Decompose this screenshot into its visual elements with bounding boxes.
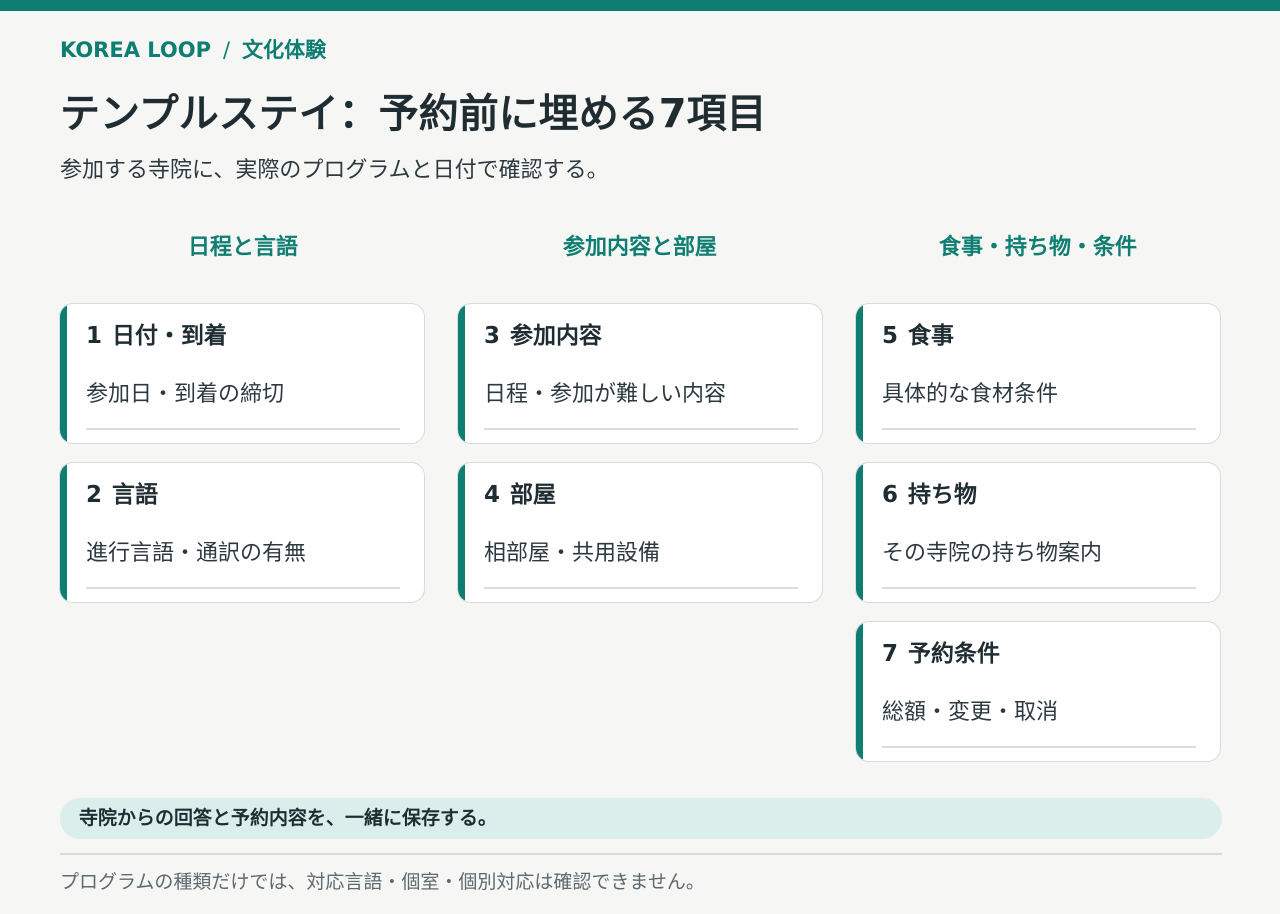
checklist-card: 6 持ち物 その寺院の持ち物案内 — [855, 462, 1221, 603]
checklist-card: 1 日付・到着 参加日・到着の締切 — [59, 303, 425, 444]
breadcrumb-site-link[interactable]: KOREA LOOP — [60, 38, 211, 62]
card-accent-bar — [856, 622, 863, 761]
card-title: 3 参加内容 — [484, 320, 602, 352]
card-number: 1 — [86, 323, 103, 349]
card-input-line — [484, 587, 798, 589]
card-description: 相部屋・共用設備 — [484, 541, 661, 566]
card-title: 5 食事 — [882, 320, 954, 352]
save-reminder-callout: 寺院からの回答と予約内容を、一緒に保存する。 — [60, 798, 1222, 839]
breadcrumb-separator: / — [223, 38, 231, 62]
card-accent-bar — [856, 463, 863, 602]
card-number: 5 — [882, 323, 899, 349]
card-title-text: 予約条件 — [908, 641, 1001, 667]
footnote: プログラムの種類だけでは、対応言語・個室・個別対応は確認できません。 — [60, 871, 705, 893]
card-title: 6 持ち物 — [882, 479, 977, 511]
checklist-card: 4 部屋 相部屋・共用設備 — [457, 462, 823, 603]
card-accent-bar — [458, 304, 465, 443]
card-number: 6 — [882, 482, 899, 508]
card-number: 2 — [86, 482, 103, 508]
breadcrumb-section-link[interactable]: 文化体験 — [242, 38, 326, 62]
card-input-line — [484, 428, 798, 430]
card-title-text: 部屋 — [510, 482, 557, 508]
card-title-text: 言語 — [112, 482, 159, 508]
column-heading-content-room: 参加内容と部屋 — [562, 235, 717, 260]
card-number: 3 — [484, 323, 501, 349]
card-description: 具体的な食材条件 — [882, 382, 1059, 407]
card-accent-bar — [458, 463, 465, 602]
card-title: 2 言語 — [86, 479, 158, 511]
card-input-line — [882, 746, 1196, 748]
card-description: 進行言語・通訳の有無 — [86, 541, 307, 566]
card-title: 4 部屋 — [484, 479, 556, 511]
footer-divider — [60, 853, 1222, 855]
card-number: 4 — [484, 482, 501, 508]
card-input-line — [86, 428, 400, 430]
checklist-card: 7 予約条件 総額・変更・取消 — [855, 621, 1221, 762]
card-number: 7 — [882, 641, 899, 667]
card-title: 7 予約条件 — [882, 638, 1000, 670]
column-heading-meals-items-conditions: 食事・持ち物・条件 — [938, 235, 1137, 260]
card-description: 総額・変更・取消 — [882, 700, 1059, 725]
page-subtitle: 参加する寺院に、実際のプログラムと日付で確認する。 — [60, 158, 609, 183]
top-accent-bar — [0, 0, 1280, 11]
card-title-text: 持ち物 — [908, 482, 978, 508]
card-description: その寺院の持ち物案内 — [882, 541, 1103, 566]
card-input-line — [882, 587, 1196, 589]
card-input-line — [882, 428, 1196, 430]
card-title-text: 食事 — [908, 323, 955, 349]
checklist-card: 5 食事 具体的な食材条件 — [855, 303, 1221, 444]
card-title-text: 参加内容 — [510, 323, 603, 349]
card-title: 1 日付・到着 — [86, 320, 227, 352]
page-title: テンプルステイ：予約前に埋める7項目 — [60, 91, 767, 137]
column-heading-schedule-language: 日程と言語 — [187, 235, 298, 260]
card-accent-bar — [60, 304, 67, 443]
checklist-card: 3 参加内容 日程・参加が難しい内容 — [457, 303, 823, 444]
breadcrumb: KOREA LOOP / 文化体験 — [60, 36, 326, 64]
card-description: 日程・参加が難しい内容 — [484, 382, 727, 407]
checklist-card: 2 言語 進行言語・通訳の有無 — [59, 462, 425, 603]
card-input-line — [86, 587, 400, 589]
card-description: 参加日・到着の締切 — [86, 382, 285, 407]
card-accent-bar — [856, 304, 863, 443]
card-title-text: 日付・到着 — [112, 323, 228, 349]
card-accent-bar — [60, 463, 67, 602]
